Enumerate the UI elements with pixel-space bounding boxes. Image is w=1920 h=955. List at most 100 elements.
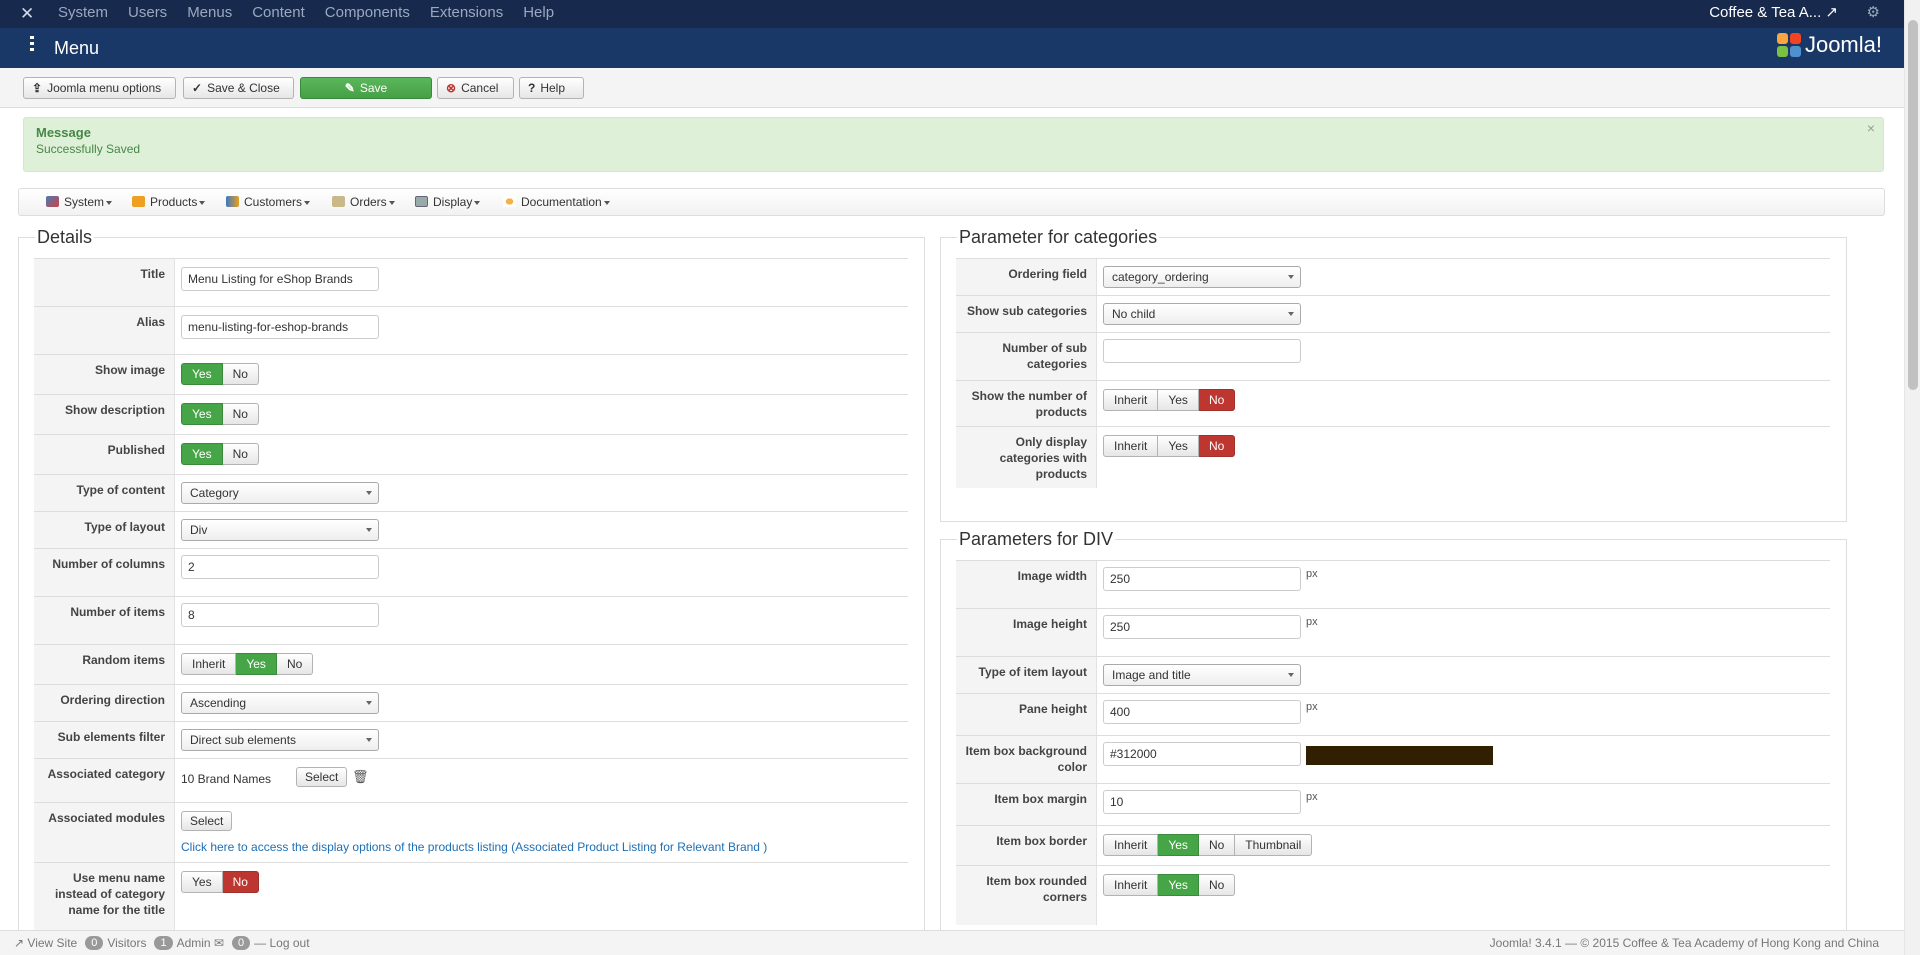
trash-icon[interactable]: 🗑 (352, 769, 369, 785)
ordering-field-select[interactable]: category_ordering (1103, 266, 1301, 288)
visitors-label[interactable]: Visitors (107, 931, 146, 955)
title-input[interactable]: Menu Listing for eShop Brands (181, 267, 379, 291)
vertical-scrollbar[interactable] (1904, 0, 1920, 955)
sub-elements-value: Direct sub elements (190, 733, 297, 747)
top-menu-menus[interactable]: Menus (187, 0, 232, 28)
ordering-direction-select[interactable]: Ascending (181, 692, 379, 714)
image-width-input[interactable]: 250 (1103, 567, 1301, 591)
published-no[interactable]: No (222, 443, 259, 465)
item-border-thumbnail[interactable]: Thumbnail (1235, 834, 1313, 856)
item-border-no[interactable]: No (1198, 834, 1236, 856)
item-rounded-yes[interactable]: Yes (1158, 874, 1199, 896)
show-image-no[interactable]: No (222, 363, 259, 385)
chevron-down-icon (366, 701, 372, 705)
messages-badge[interactable]: 0 (232, 936, 251, 950)
num-sub-input[interactable] (1103, 339, 1301, 363)
alias-label: Alias (34, 307, 175, 354)
image-height-input[interactable]: 250 (1103, 615, 1301, 639)
admin-label[interactable]: Admin (177, 931, 211, 955)
item-rounded-inherit[interactable]: Inherit (1103, 874, 1159, 896)
assoc-category-value: 10 Brand Names (181, 772, 272, 786)
message-body: Successfully Saved (36, 142, 141, 156)
item-margin-input[interactable]: 10 (1103, 790, 1301, 814)
use-menu-name-no[interactable]: No (222, 871, 259, 893)
use-menu-name-yes[interactable]: Yes (181, 871, 223, 893)
only-display-yes[interactable]: Yes (1158, 435, 1199, 457)
component-menu-display-label: Display (433, 195, 473, 209)
close-icon[interactable]: × (1867, 120, 1875, 136)
top-menu-content[interactable]: Content (252, 0, 305, 28)
help-button[interactable]: ? Help (519, 77, 584, 99)
num-items-input[interactable]: 8 (181, 603, 379, 627)
show-description-label: Show description (34, 395, 175, 434)
component-menu-products[interactable]: Products (132, 189, 206, 215)
item-layout-select[interactable]: Image and title (1103, 664, 1301, 686)
sub-elements-select[interactable]: Direct sub elements (181, 729, 379, 751)
random-items-yes[interactable]: Yes (236, 653, 277, 675)
item-border-yes[interactable]: Yes (1158, 834, 1199, 856)
edit-icon: ✎ (344, 81, 355, 95)
only-display-no[interactable]: No (1198, 435, 1236, 457)
component-menu-documentation[interactable]: Documentation (503, 189, 610, 215)
component-menu-orders-label: Orders (350, 195, 387, 209)
image-height-label: Image height (956, 609, 1097, 656)
random-items-no[interactable]: No (276, 653, 314, 675)
component-menu-system-label: System (64, 195, 105, 209)
component-menu-display[interactable]: Display (415, 189, 481, 215)
assoc-modules-select-button[interactable]: Select (181, 811, 233, 831)
alias-input[interactable]: menu-listing-for-eshop-brands (181, 315, 379, 339)
sub-elements-row: Sub elements filter Direct sub elements (34, 721, 908, 758)
show-image-yes[interactable]: Yes (181, 363, 223, 385)
only-display-inherit[interactable]: Inherit (1103, 435, 1159, 457)
status-left: ↗ View Site 0 Visitors 1 Admin ✉ 0 — Log o… (14, 931, 310, 955)
save-label: Save (359, 81, 388, 95)
pane-height-input[interactable]: 400 (1103, 700, 1301, 724)
top-menu-extensions[interactable]: Extensions (430, 0, 503, 28)
display-options-link[interactable]: Click here to access the display options… (181, 840, 767, 854)
num-columns-row: Number of columns 2 (34, 548, 908, 596)
view-site-link[interactable]: View Site (27, 931, 77, 955)
top-menu-users[interactable]: Users (128, 0, 167, 28)
component-menu-customers[interactable]: Customers (226, 189, 311, 215)
ordering-field-label: Ordering field (956, 259, 1097, 295)
show-num-products-no[interactable]: No (1198, 389, 1236, 411)
item-rounded-label: Item box rounded corners (956, 866, 1097, 925)
joomla-logo-icon[interactable]: ✕ (20, 4, 34, 24)
image-width-row: Image width 250 px (956, 560, 1830, 608)
item-rounded-toggle: Inherit Yes No (1103, 874, 1236, 896)
check-icon: ✓ (192, 81, 203, 95)
item-rounded-no[interactable]: No (1198, 874, 1236, 896)
published-yes[interactable]: Yes (181, 443, 223, 465)
type-content-select[interactable]: Category (181, 482, 379, 504)
item-rounded-row: Item box rounded corners Inherit Yes No (956, 865, 1830, 925)
show-sub-label: Show sub categories (956, 296, 1097, 332)
logout-link[interactable]: Log out (269, 931, 309, 955)
random-items-inherit[interactable]: Inherit (181, 653, 237, 675)
color-swatch[interactable] (1306, 746, 1493, 765)
show-num-products-inherit[interactable]: Inherit (1103, 389, 1159, 411)
num-columns-input[interactable]: 2 (181, 555, 379, 579)
scrollbar-thumb[interactable] (1908, 20, 1918, 390)
ordering-direction-value: Ascending (190, 696, 247, 710)
joomla-menu-options-button[interactable]: ⇪ Joomla menu options (23, 77, 176, 99)
toolbar: ⇪ Joomla menu options ✓ Save & Close ✎ Save… (0, 68, 1904, 108)
save-button[interactable]: ✎ Save (300, 77, 432, 99)
save-close-button[interactable]: ✓ Save & Close (183, 77, 294, 99)
item-border-inherit[interactable]: Inherit (1103, 834, 1159, 856)
site-link[interactable]: Coffee & Tea A... ↗ (1709, 0, 1838, 26)
show-sub-select[interactable]: No child (1103, 303, 1301, 325)
cancel-button[interactable]: ⊗ Cancel (437, 77, 514, 99)
item-bg-row: Item box background color #312000 (956, 735, 1830, 783)
item-bg-input[interactable]: #312000 (1103, 742, 1301, 766)
show-description-no[interactable]: No (222, 403, 259, 425)
assoc-category-select-button[interactable]: Select (296, 767, 348, 787)
component-menu-system[interactable]: System (46, 189, 113, 215)
show-num-products-yes[interactable]: Yes (1158, 389, 1199, 411)
top-menu-components[interactable]: Components (325, 0, 410, 28)
gear-icon[interactable]: ⚙ (1867, 0, 1880, 26)
top-menu-help[interactable]: Help (523, 0, 554, 28)
type-layout-select[interactable]: Div (181, 519, 379, 541)
component-menu-orders[interactable]: Orders (332, 189, 395, 215)
top-menu-system[interactable]: System (58, 0, 108, 28)
show-description-yes[interactable]: Yes (181, 403, 223, 425)
